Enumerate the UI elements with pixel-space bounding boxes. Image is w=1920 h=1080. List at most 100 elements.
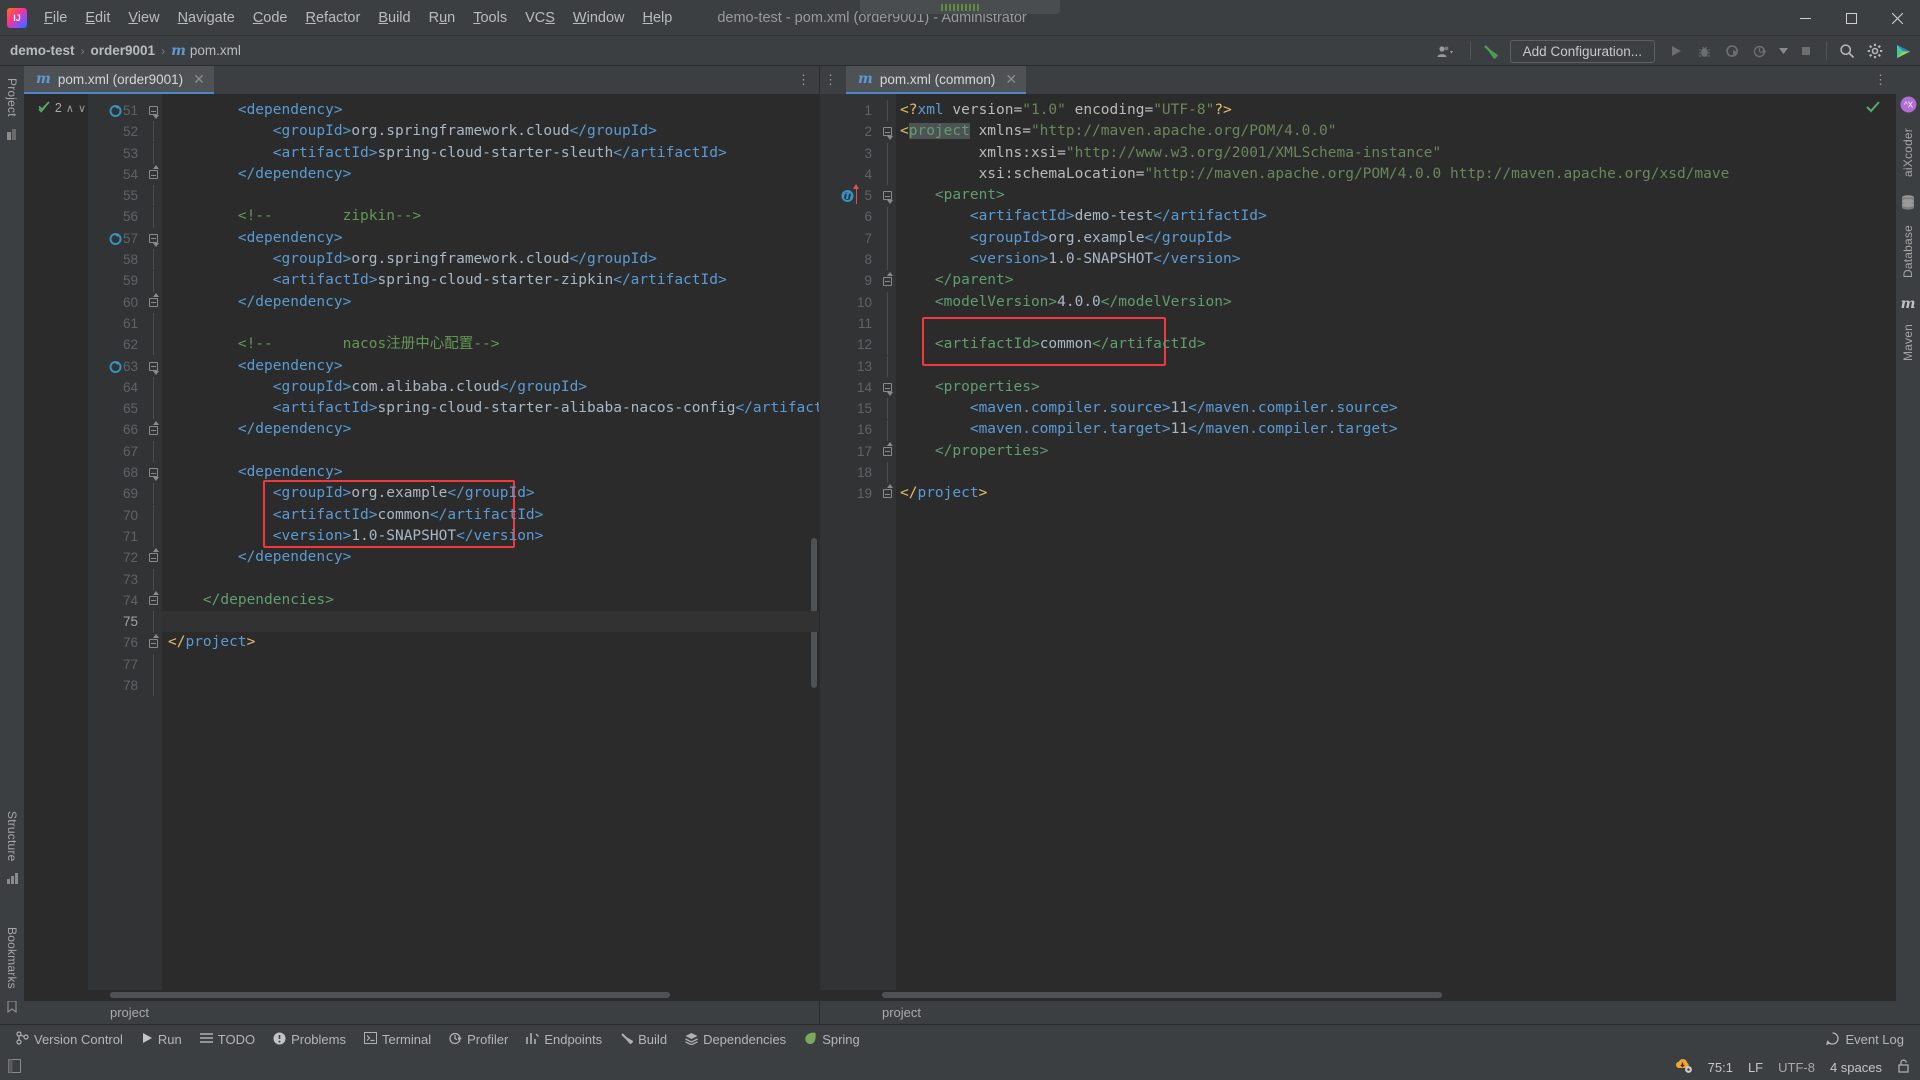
code-line[interactable] bbox=[162, 441, 819, 462]
menu-edit[interactable]: Edit bbox=[76, 5, 119, 31]
gutter-line-number[interactable]: 51 bbox=[88, 100, 144, 121]
gutter-line-number[interactable]: 77 bbox=[88, 654, 144, 675]
toolwindow-button-profiler[interactable]: Profiler bbox=[441, 1029, 516, 1051]
gutter-line-number[interactable]: 74 bbox=[88, 590, 144, 611]
code-line[interactable] bbox=[162, 611, 819, 632]
code-fold-toggle[interactable] bbox=[878, 441, 896, 462]
code-line[interactable]: <dependency> bbox=[162, 462, 819, 483]
code-line[interactable]: <modelVersion>4.0.0</modelVersion> bbox=[896, 292, 1896, 313]
code-editor-right[interactable]: <?xml version="1.0" encoding="UTF-8"?><p… bbox=[896, 94, 1896, 990]
code-fold-toggle[interactable] bbox=[144, 228, 162, 249]
code-fold-toggle[interactable] bbox=[878, 121, 896, 142]
gutter-line-number[interactable]: 73 bbox=[88, 569, 144, 590]
gutter-line-number[interactable]: 76 bbox=[88, 632, 144, 653]
code-line[interactable]: <version>1.0-SNAPSHOT</version> bbox=[162, 526, 819, 547]
gutter-line-number[interactable]: 59 bbox=[88, 270, 144, 291]
editor-breadcrumb-left[interactable]: project bbox=[24, 1000, 819, 1024]
sidebar-item-aixcoder[interactable]: aiXcoder bbox=[1901, 120, 1915, 185]
inspection-prev-icon[interactable]: ∧ bbox=[66, 102, 74, 115]
gutter-line-number[interactable]: 18 bbox=[820, 462, 878, 483]
run-with-coverage-button[interactable] bbox=[1719, 38, 1745, 64]
build-hammer-icon[interactable] bbox=[1478, 38, 1504, 64]
code-fold-toggle[interactable] bbox=[878, 377, 896, 398]
code-editor-left[interactable]: <dependency> <groupId>org.springframewor… bbox=[162, 94, 819, 990]
code-line[interactable]: <version>1.0-SNAPSHOT</version> bbox=[896, 249, 1896, 270]
gutter-line-number[interactable]: 61 bbox=[88, 313, 144, 334]
gutter-line-number[interactable]: 57 bbox=[88, 228, 144, 249]
code-line[interactable]: <properties> bbox=[896, 377, 1896, 398]
toolwindow-button-version-control[interactable]: Version Control bbox=[8, 1028, 131, 1051]
toolwindow-button-dependencies[interactable]: Dependencies bbox=[677, 1029, 794, 1051]
code-fold-toggle[interactable] bbox=[878, 270, 896, 291]
status-line-separator[interactable]: LF bbox=[1748, 1060, 1763, 1075]
code-line[interactable]: <artifactId>common</artifactId> bbox=[162, 505, 819, 526]
fold-rail-right[interactable] bbox=[878, 94, 896, 990]
gutter-line-number[interactable]: 62 bbox=[88, 334, 144, 355]
menu-view[interactable]: View bbox=[119, 5, 168, 31]
sidebar-item-project[interactable]: Project bbox=[5, 70, 19, 125]
menu-refactor[interactable]: Refactor bbox=[297, 5, 370, 31]
run-button[interactable] bbox=[1663, 38, 1689, 64]
search-everywhere-icon[interactable] bbox=[1834, 38, 1860, 64]
ide-assistant-play-icon[interactable] bbox=[1890, 38, 1916, 64]
gutter-line-number[interactable]: 8 bbox=[820, 249, 878, 270]
line-number-gutter-left[interactable]: 5152535455565758596061626364656667686970… bbox=[88, 94, 144, 990]
breadcrumb-file[interactable]: pom.xml bbox=[190, 43, 241, 58]
code-line[interactable] bbox=[162, 654, 819, 675]
gutter-line-number[interactable]: 75 bbox=[88, 611, 144, 632]
code-line[interactable]: </properties> bbox=[896, 441, 1896, 462]
code-line[interactable]: </dependency> bbox=[162, 292, 819, 313]
code-line[interactable] bbox=[896, 356, 1896, 377]
add-configuration-button[interactable]: Add Configuration... bbox=[1510, 40, 1655, 63]
code-line[interactable]: xsi:schemaLocation="http://maven.apache.… bbox=[896, 164, 1896, 185]
toolwindow-button-todo[interactable]: TODO bbox=[192, 1029, 263, 1050]
gutter-line-number[interactable]: 56 bbox=[88, 206, 144, 227]
code-fold-toggle[interactable] bbox=[878, 185, 896, 206]
code-line[interactable]: <groupId>com.alibaba.cloud</groupId> bbox=[162, 377, 819, 398]
toolwindow-button-spring[interactable]: Spring bbox=[796, 1029, 868, 1051]
editor-options-kebab-left[interactable]: ⋮ bbox=[797, 66, 811, 94]
code-line[interactable]: </project> bbox=[896, 483, 1896, 504]
code-line[interactable] bbox=[162, 569, 819, 590]
code-line[interactable]: <dependency> bbox=[162, 228, 819, 249]
gutter-line-number[interactable]: 9 bbox=[820, 270, 878, 291]
code-fold-toggle[interactable] bbox=[144, 590, 162, 611]
sidebar-item-database[interactable]: Database bbox=[1901, 217, 1915, 286]
editor-tab-list-kebab-right[interactable]: ⋮ bbox=[824, 66, 837, 94]
gutter-line-number[interactable]: 54 bbox=[88, 164, 144, 185]
gutter-line-number[interactable]: 17 bbox=[820, 441, 878, 462]
menu-build[interactable]: Build bbox=[369, 5, 419, 31]
breadcrumb-project[interactable]: demo-test bbox=[10, 43, 75, 58]
profile-button[interactable] bbox=[1747, 38, 1773, 64]
code-line[interactable]: <project xmlns="http://maven.apache.org/… bbox=[896, 121, 1896, 142]
code-line[interactable]: <dependency> bbox=[162, 356, 819, 377]
code-line[interactable]: </dependency> bbox=[162, 547, 819, 568]
code-line[interactable]: </dependency> bbox=[162, 419, 819, 440]
code-line[interactable]: <maven.compiler.target>11</maven.compile… bbox=[896, 419, 1896, 440]
code-fold-toggle[interactable] bbox=[144, 547, 162, 568]
event-log-button[interactable]: Event Log bbox=[1826, 1032, 1904, 1048]
menu-tools[interactable]: Tools bbox=[464, 5, 516, 31]
toolwindow-button-endpoints[interactable]: Endpoints bbox=[518, 1029, 610, 1051]
editor-body-left[interactable]: 2 ∧ ∨ 5152535455565758596061626364656667… bbox=[24, 94, 819, 990]
code-fold-toggle[interactable] bbox=[144, 292, 162, 313]
code-line[interactable]: </dependency> bbox=[162, 164, 819, 185]
gutter-line-number[interactable]: 55 bbox=[88, 185, 144, 206]
gutter-line-number[interactable]: 10 bbox=[820, 292, 878, 313]
gutter-line-number[interactable]: 71 bbox=[88, 526, 144, 547]
code-line[interactable]: <!-- nacos注册中心配置--> bbox=[162, 334, 819, 355]
toolwindow-button-run[interactable]: Run bbox=[133, 1029, 190, 1050]
gutter-line-number[interactable]: 70 bbox=[88, 505, 144, 526]
code-fold-toggle[interactable] bbox=[144, 164, 162, 185]
code-fold-toggle[interactable] bbox=[144, 419, 162, 440]
status-caret-position[interactable]: 75:1 bbox=[1708, 1060, 1733, 1075]
menu-code[interactable]: Code bbox=[244, 5, 297, 31]
editor-body-right[interactable]: 12345m678910111213141516171819 <?xml ver… bbox=[820, 94, 1896, 990]
menu-navigate[interactable]: Navigate bbox=[169, 5, 244, 31]
status-encoding[interactable]: UTF-8 bbox=[1778, 1060, 1815, 1075]
gutter-line-number[interactable]: 67 bbox=[88, 441, 144, 462]
stop-button[interactable] bbox=[1793, 38, 1819, 64]
status-bar-toggle-icon[interactable] bbox=[8, 1059, 21, 1076]
code-fold-toggle[interactable] bbox=[144, 632, 162, 653]
gutter-line-number[interactable]: 65 bbox=[88, 398, 144, 419]
